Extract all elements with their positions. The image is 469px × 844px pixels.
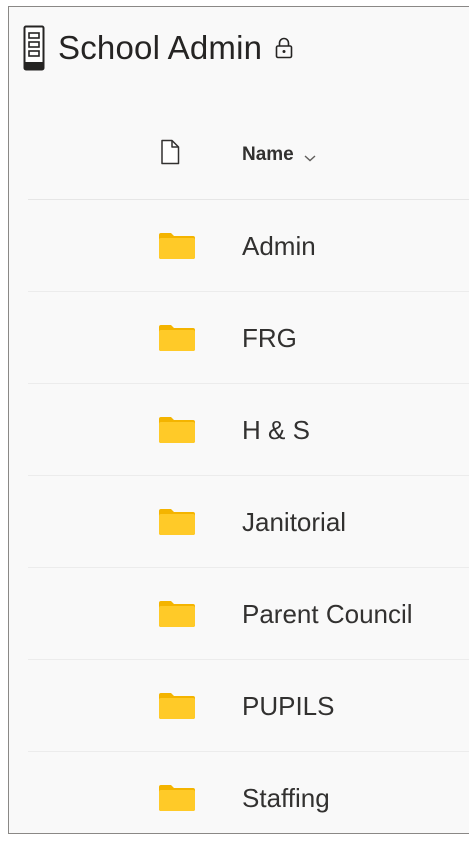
list-item[interactable]: Admin — [28, 200, 469, 292]
folder-name[interactable]: Janitorial — [242, 507, 346, 538]
folder-list: Admin FRG H & S Janitorial Parent Council PUP… — [28, 200, 469, 844]
name-column-label: Name — [242, 144, 294, 165]
folder-icon — [158, 416, 196, 444]
document-library-icon — [20, 24, 48, 72]
folder-name[interactable]: FRG — [242, 323, 297, 354]
folder-name[interactable]: Parent Council — [242, 599, 413, 630]
list-item[interactable]: Parent Council — [28, 568, 469, 660]
document-icon[interactable] — [160, 139, 180, 165]
folder-name[interactable]: Staffing — [242, 783, 330, 814]
list-column-header: Name — [28, 110, 469, 200]
folder-icon — [158, 600, 196, 628]
list-item[interactable]: Staffing — [28, 752, 469, 844]
folder-icon — [158, 324, 196, 352]
folder-name[interactable]: PUPILS — [242, 691, 335, 722]
folder-icon — [158, 508, 196, 536]
list-item[interactable]: Janitorial — [28, 476, 469, 568]
folder-icon — [158, 232, 196, 260]
name-column-header[interactable]: Name — [242, 144, 317, 166]
lock-icon[interactable] — [274, 36, 294, 60]
chevron-down-icon — [303, 150, 317, 162]
folder-name[interactable]: Admin — [242, 231, 316, 262]
list-item[interactable]: FRG — [28, 292, 469, 384]
library-title[interactable]: School Admin — [58, 29, 262, 67]
library-header: School Admin — [20, 22, 294, 74]
folder-icon — [158, 692, 196, 720]
list-item[interactable]: H & S — [28, 384, 469, 476]
list-item[interactable]: PUPILS — [28, 660, 469, 752]
folder-name[interactable]: H & S — [242, 415, 310, 446]
folder-icon — [158, 784, 196, 812]
